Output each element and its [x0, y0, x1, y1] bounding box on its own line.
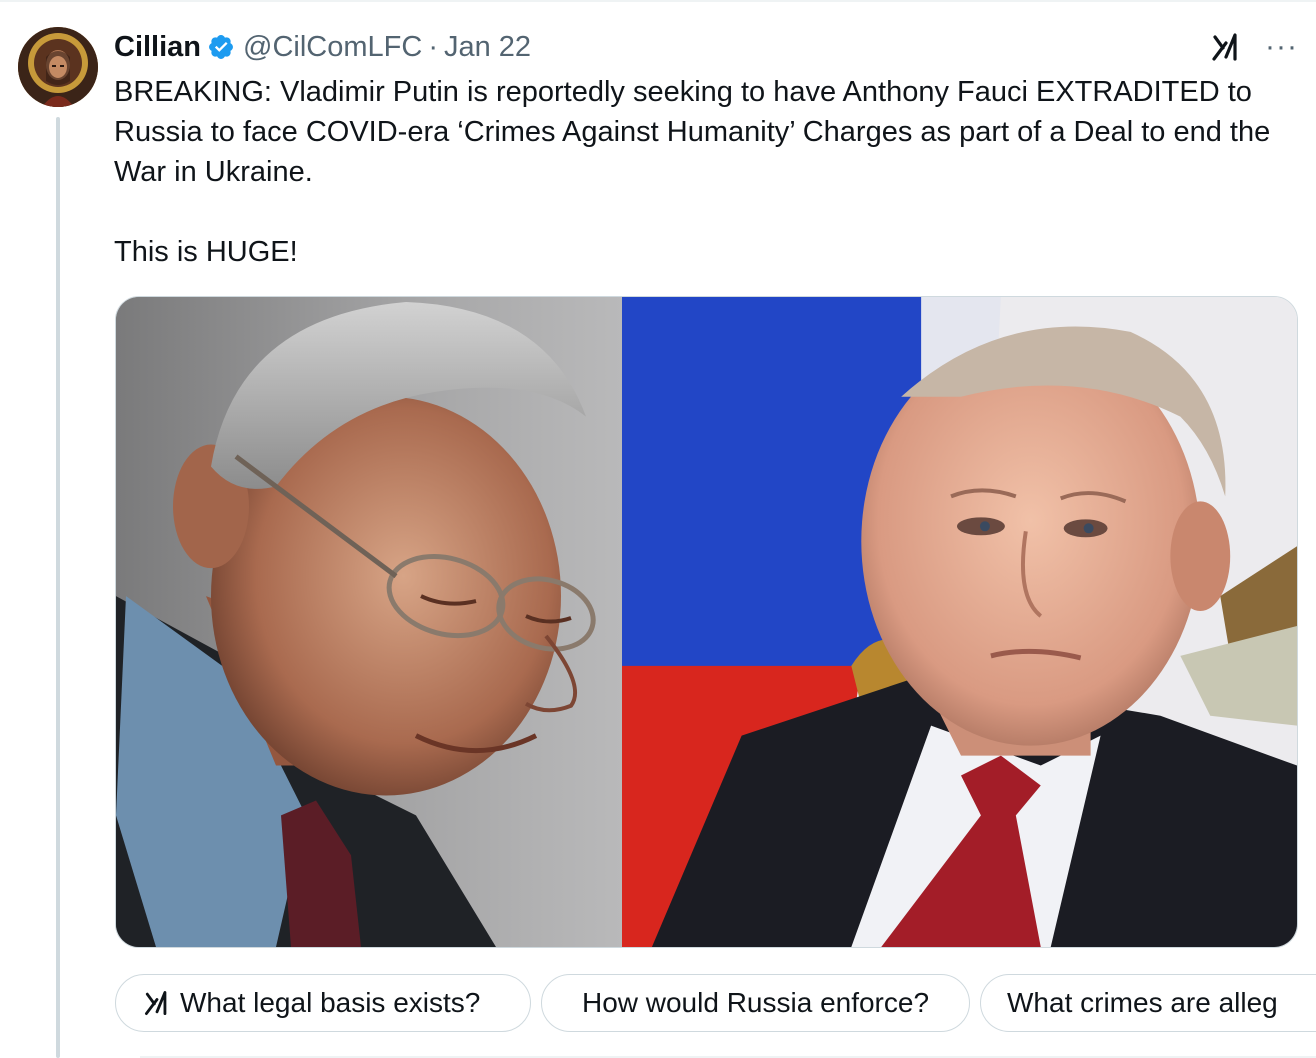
grok-icon: [145, 991, 167, 1015]
avatar[interactable]: [18, 27, 98, 107]
suggestion-label: How would Russia enforce?: [581, 987, 930, 1018]
photo-man-flag: [622, 297, 1297, 947]
tweet-view: Cillian @CilComLFC · Jan 22 ··· BREAKING…: [0, 0, 1316, 1058]
tweet-media[interactable]: [115, 296, 1298, 948]
suggestion-chip-legal-basis[interactable]: What legal basis exists?: [115, 974, 531, 1032]
timestamp[interactable]: Jan 22: [444, 31, 531, 64]
avatar-image: [18, 27, 98, 107]
suggestion-label: What crimes are alleg: [1007, 987, 1278, 1018]
separator-dot: ·: [428, 30, 438, 63]
tweet-text: BREAKING: Vladimir Putin is reportedly s…: [114, 76, 1271, 268]
tweet-header: Cillian @CilComLFC · Jan 22: [114, 28, 531, 66]
user-handle[interactable]: @CilComLFC: [243, 31, 422, 64]
more-options-icon[interactable]: ···: [1265, 32, 1298, 62]
media-photo-left: [116, 297, 622, 947]
display-name[interactable]: Cillian: [114, 31, 201, 64]
verified-badge-icon[interactable]: [207, 33, 235, 61]
top-divider: [0, 0, 1316, 2]
suggestion-chip-russia-enforce[interactable]: How would Russia enforce?: [541, 974, 970, 1032]
media-photo-right: [622, 297, 1297, 947]
suggestion-label: What legal basis exists?: [180, 987, 481, 1018]
suggestion-chip-crimes[interactable]: What crimes are alleg: [980, 974, 1316, 1032]
grok-suggestions: What legal basis exists? How would Russi…: [115, 974, 1316, 1034]
header-actions: ···: [1209, 30, 1298, 64]
thread-line: [56, 117, 60, 1058]
grok-icon[interactable]: [1209, 30, 1243, 64]
photo-man-glasses: [116, 297, 622, 947]
